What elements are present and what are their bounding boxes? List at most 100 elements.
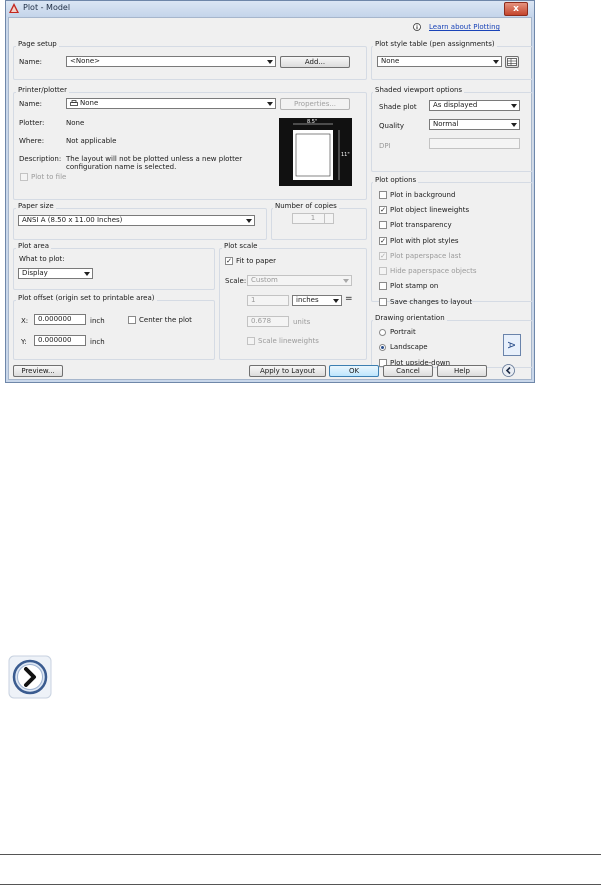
- plot-transparency-label: Plot transparency: [390, 221, 452, 229]
- printer-name-value: None: [80, 99, 99, 107]
- page-setup-name-value: <None>: [70, 57, 100, 65]
- plot-in-background-checkbox[interactable]: [379, 191, 387, 199]
- scale-value1-input[interactable]: 1: [247, 295, 289, 306]
- quality-select[interactable]: Normal: [429, 119, 520, 130]
- plot-paperspace-last-checkbox[interactable]: ✓: [379, 252, 387, 260]
- printer-name-select[interactable]: None: [66, 98, 276, 109]
- title-bar[interactable]: Plot - Model x: [6, 1, 534, 17]
- plot-object-lineweights-label: Plot object lineweights: [390, 206, 470, 214]
- paper-size-select[interactable]: ANSI A (8.50 x 11.00 Inches): [18, 215, 255, 226]
- page-setup-title: Page setup: [16, 40, 59, 48]
- y-offset-label: Y:: [21, 338, 27, 346]
- hide-paperspace-objects-checkbox[interactable]: [379, 267, 387, 275]
- preview-height-label: 11": [341, 152, 350, 158]
- dpi-label: DPI: [379, 142, 391, 150]
- plot-with-plot-styles-checkbox[interactable]: ✓: [379, 237, 387, 245]
- what-to-plot-value: Display: [22, 269, 48, 277]
- chevron-down-icon: [511, 104, 517, 108]
- plot-dialog: Plot - Model x Learn about Plotting Page…: [5, 0, 535, 383]
- scale-value2-input[interactable]: 0.678: [247, 316, 289, 327]
- plot-transparency-checkbox[interactable]: [379, 221, 387, 229]
- autocad-logo-icon: [9, 3, 19, 13]
- plot-to-file-checkbox[interactable]: [20, 173, 28, 181]
- dpi-input[interactable]: [429, 138, 520, 149]
- fit-to-paper-checkbox[interactable]: ✓: [225, 257, 233, 265]
- copies-value: 1: [310, 214, 316, 222]
- portrait-radio[interactable]: [379, 329, 386, 336]
- plotter-value: None: [66, 119, 85, 127]
- page-setup-name-select[interactable]: <None>: [66, 56, 276, 67]
- units-label: units: [293, 318, 311, 326]
- spinner-arrows-icon[interactable]: [324, 214, 333, 223]
- scale-units-select[interactable]: inches: [292, 295, 342, 306]
- chevron-down-icon: [343, 279, 349, 283]
- apply-to-layout-button[interactable]: Apply to Layout: [249, 365, 326, 377]
- description-line-1: The layout will not be plotted unless a …: [66, 155, 243, 163]
- chevron-down-icon: [267, 60, 273, 64]
- quality-label: Quality: [379, 122, 405, 130]
- preview-button[interactable]: Preview...: [13, 365, 63, 377]
- plot-style-select[interactable]: None: [377, 56, 502, 67]
- x-offset-input[interactable]: 0.000000: [34, 314, 86, 325]
- learn-about-plotting-link[interactable]: Learn about Plotting: [429, 23, 500, 31]
- scale-lineweights-label: Scale lineweights: [258, 337, 319, 345]
- cancel-button[interactable]: Cancel: [383, 365, 433, 377]
- plot-offset-title: Plot offset (origin set to printable are…: [16, 294, 157, 302]
- save-changes-checkbox[interactable]: [379, 298, 387, 306]
- description-label: Description:: [19, 155, 62, 163]
- plot-stamp-on-label: Plot stamp on: [390, 282, 439, 290]
- plot-in-background-label: Plot in background: [390, 191, 456, 199]
- chevron-down-icon: [511, 123, 517, 127]
- chevron-down-icon: [493, 60, 499, 64]
- x-offset-label: X:: [21, 317, 29, 325]
- what-to-plot-select[interactable]: Display: [18, 268, 93, 279]
- plot-scale-title: Plot scale: [222, 242, 260, 250]
- plot-area-title: Plot area: [16, 242, 52, 250]
- y-offset-input[interactable]: 0.000000: [34, 335, 86, 346]
- printer-icon: [70, 100, 78, 106]
- shade-plot-select[interactable]: As displayed: [429, 100, 520, 111]
- info-icon: [413, 23, 421, 31]
- properties-button[interactable]: Properties...: [280, 98, 350, 110]
- help-button[interactable]: Help: [437, 365, 487, 377]
- quality-value: Normal: [433, 120, 459, 128]
- page-rule-top: [0, 854, 601, 855]
- shaded-viewport-title: Shaded viewport options: [373, 86, 465, 94]
- scale-units-value: inches: [296, 296, 319, 304]
- printer-title: Printer/plotter: [16, 86, 69, 94]
- copies-spinner[interactable]: 1: [292, 213, 334, 224]
- ok-button[interactable]: OK: [329, 365, 379, 377]
- add-button[interactable]: Add...: [280, 56, 350, 68]
- portrait-label: Portrait: [390, 328, 416, 336]
- table-grid-icon: [507, 58, 517, 66]
- chevron-down-icon: [333, 299, 339, 303]
- paper-size-value: ANSI A (8.50 x 11.00 Inches): [22, 216, 123, 224]
- equals-sign: =: [345, 294, 353, 304]
- landscape-orientation-icon: A: [503, 334, 521, 356]
- center-plot-checkbox[interactable]: [128, 316, 136, 324]
- plot-options-title: Plot options: [373, 176, 419, 184]
- close-button[interactable]: x: [504, 2, 528, 16]
- scale-label: Scale:: [225, 277, 247, 285]
- expand-options-icon[interactable]: [8, 655, 52, 699]
- paper-preview: 8.5" 11": [279, 118, 352, 186]
- collapse-options-icon[interactable]: [502, 364, 515, 377]
- shade-plot-value: As displayed: [433, 101, 478, 109]
- plot-stamp-on-checkbox[interactable]: [379, 282, 387, 290]
- plot-object-lineweights-checkbox[interactable]: ✓: [379, 206, 387, 214]
- edit-plot-style-button[interactable]: [505, 56, 519, 68]
- landscape-radio[interactable]: [379, 344, 386, 351]
- chevron-down-icon: [267, 102, 273, 106]
- page-rule-bottom: [0, 884, 601, 885]
- hide-paperspace-objects-label: Hide paperspace objects: [390, 267, 477, 275]
- scale-lineweights-checkbox[interactable]: [247, 337, 255, 345]
- preview-width-label: 8.5": [307, 119, 318, 125]
- scale-select[interactable]: Custom: [247, 275, 352, 286]
- printer-name-label: Name:: [19, 100, 43, 108]
- shade-plot-label: Shade plot: [379, 103, 417, 111]
- plot-paperspace-last-label: Plot paperspace last: [390, 252, 462, 260]
- plotter-label: Plotter:: [19, 119, 45, 127]
- landscape-label: Landscape: [390, 343, 428, 351]
- scale-value: Custom: [251, 276, 278, 284]
- plot-style-value: None: [381, 57, 400, 65]
